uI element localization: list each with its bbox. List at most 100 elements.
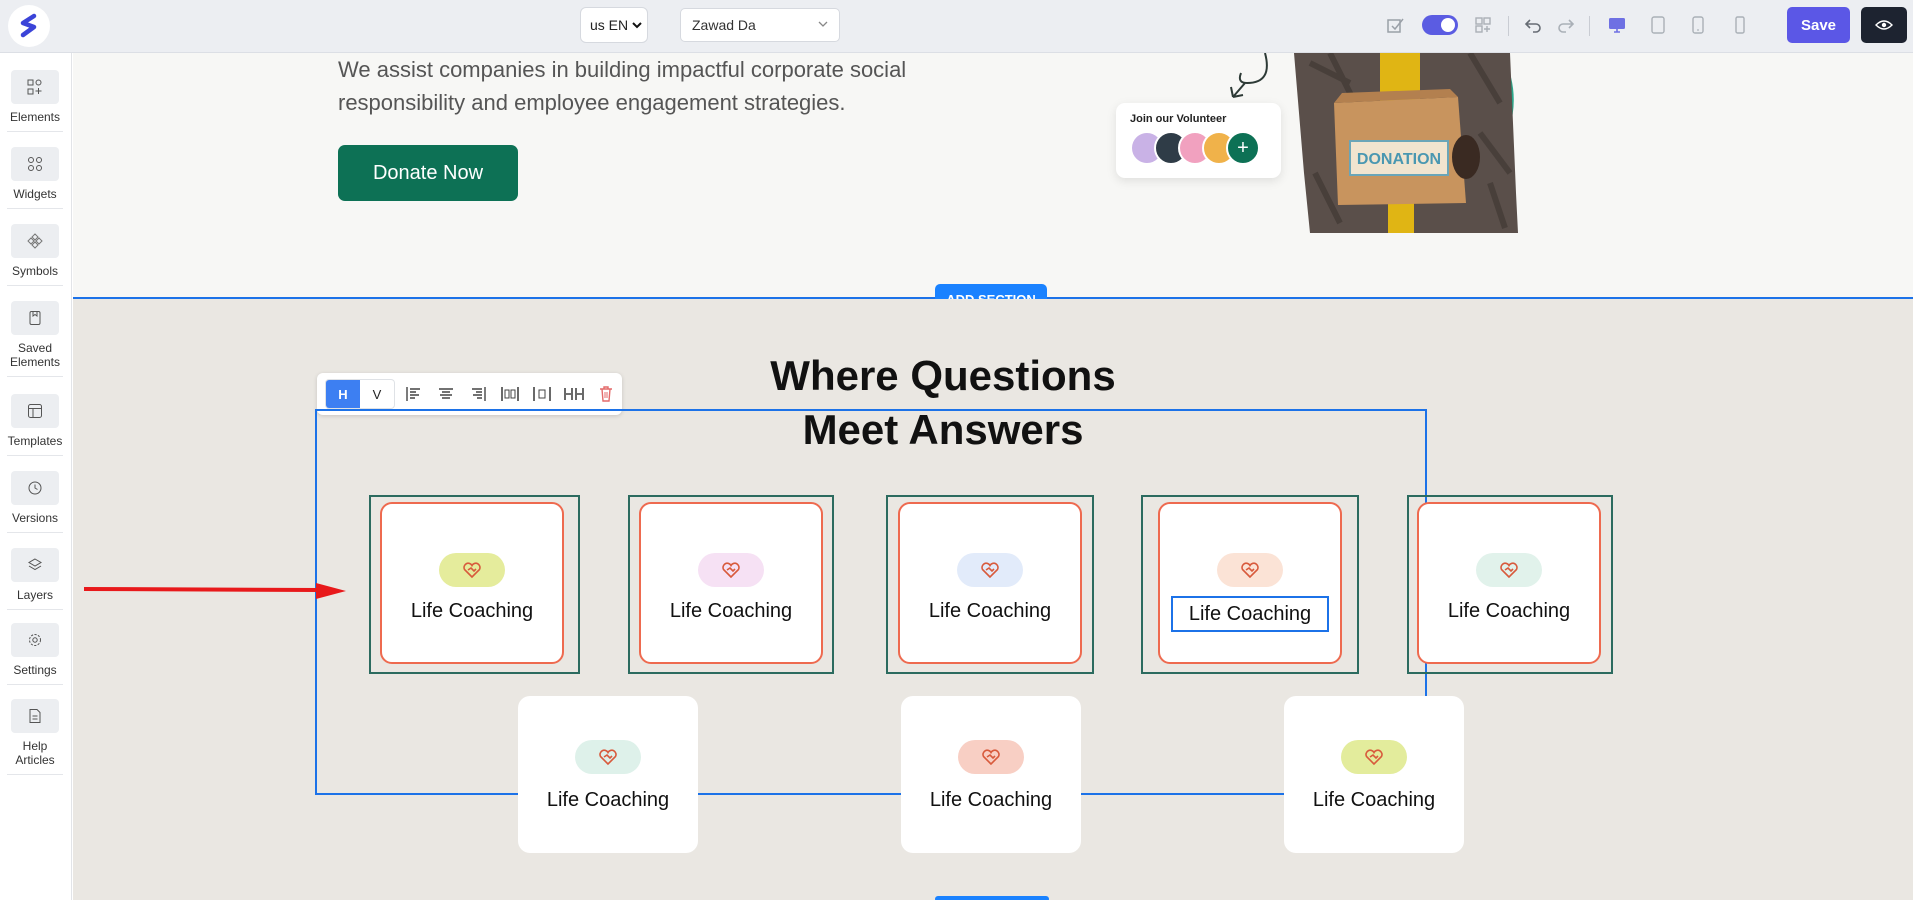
heart-icon (575, 740, 641, 774)
align-right-icon[interactable] (465, 379, 491, 409)
donation-box-label: DONATION (1357, 151, 1441, 168)
heart-icon (1217, 553, 1283, 587)
direction-toggle: H V (325, 379, 395, 409)
card-title: Life Coaching (928, 600, 1052, 622)
divider (1589, 16, 1590, 36)
heart-icon (439, 553, 505, 587)
sidebar-item-help-articles[interactable]: Help Articles (7, 699, 63, 775)
card-title: Life Coaching (410, 600, 534, 622)
user-select[interactable]: Zawad Da (680, 8, 840, 42)
sidebar-item-settings[interactable]: Settings (7, 623, 63, 685)
undo-icon[interactable] (1522, 14, 1544, 36)
sidebar-item-label: Symbols (11, 264, 58, 278)
help-articles-icon (11, 699, 59, 733)
symbols-icon (11, 224, 59, 258)
horizontal-button[interactable]: H (326, 380, 360, 408)
hero-text-line: responsibility and employee engagement s… (338, 90, 846, 115)
delete-icon[interactable] (593, 379, 619, 409)
space-between-icon[interactable] (497, 379, 523, 409)
topic-card[interactable]: Life Coaching (1284, 696, 1464, 853)
sidebar-item-label: Layers (16, 588, 54, 602)
tablet-portrait-icon[interactable] (1687, 14, 1709, 36)
hero-section[interactable]: We assist companies in building impactfu… (73, 53, 1913, 298)
volunteer-title: Join our Volunteer (1130, 113, 1227, 125)
language-label: us EN (590, 17, 629, 33)
curved-arrow-icon (1230, 53, 1268, 98)
red-arrow-annotation (84, 583, 346, 599)
divider (1508, 16, 1509, 36)
topic-card[interactable]: Life Coaching (898, 502, 1082, 664)
sidebar-item-label: Settings (13, 663, 57, 677)
volunteer-card[interactable]: Join our Volunteer + (1116, 103, 1281, 178)
sidebar-item-label: Versions (11, 511, 59, 525)
elements-icon (11, 70, 59, 104)
versions-icon (11, 471, 59, 505)
sidebar-item-label: Saved Elements (9, 341, 61, 369)
desktop-view-icon[interactable] (1606, 14, 1628, 36)
topic-card[interactable]: Life Coaching (1158, 502, 1342, 664)
tablet-landscape-icon[interactable] (1647, 14, 1669, 36)
sidebar-item-layers[interactable]: Layers (7, 548, 63, 610)
topic-card[interactable]: Life Coaching (1417, 502, 1601, 664)
topic-card[interactable]: Life Coaching (518, 696, 698, 853)
donation-person-image: DONATION (1294, 53, 1518, 233)
save-button[interactable]: Save (1787, 7, 1850, 43)
user-label: Zawad Da (692, 17, 756, 33)
redo-icon[interactable] (1555, 14, 1577, 36)
heading-line: Where Questions (770, 352, 1116, 399)
align-left-icon[interactable] (401, 379, 427, 409)
card-title: Life Coaching (1312, 789, 1436, 811)
heart-icon (958, 740, 1024, 774)
chevron-down-icon (632, 22, 642, 29)
hero-description[interactable]: We assist companies in building impactfu… (338, 53, 988, 119)
mode-toggle[interactable] (1422, 15, 1458, 35)
align-center-icon[interactable] (433, 379, 459, 409)
sidebar-item-widgets[interactable]: Widgets (7, 147, 63, 209)
add-volunteer-icon[interactable]: + (1226, 131, 1260, 165)
saved-elements-icon (11, 301, 59, 335)
top-bar: us EN Zawad Da Save (0, 0, 1913, 53)
heart-icon (1476, 553, 1542, 587)
eye-icon (1875, 20, 1893, 30)
add-section-stub (935, 896, 1049, 900)
hero-text-line: We assist companies in building impactfu… (338, 57, 907, 82)
avatar-group: + (1130, 131, 1267, 165)
grid-add-icon[interactable] (1472, 14, 1494, 36)
sidebar-item-label: Templates (7, 434, 63, 448)
card-title: Life Coaching (546, 789, 670, 811)
language-select[interactable]: us EN (580, 7, 648, 43)
sidebar-item-label: Widgets (13, 187, 57, 201)
widgets-icon (11, 147, 59, 181)
left-sidebar: Elements Widgets Symbols Saved Elements … (0, 53, 72, 900)
topic-card[interactable]: Life Coaching (639, 502, 823, 664)
preview-button[interactable] (1861, 7, 1907, 43)
donate-button[interactable]: Donate Now (338, 145, 518, 201)
settings-icon (11, 623, 59, 657)
space-evenly-icon[interactable] (561, 379, 587, 409)
editor-canvas[interactable]: We assist companies in building impactfu… (73, 53, 1913, 900)
layers-icon (11, 548, 59, 582)
sidebar-item-templates[interactable]: Templates (7, 394, 63, 456)
sidebar-item-versions[interactable]: Versions (7, 471, 63, 533)
mobile-view-icon[interactable] (1729, 14, 1751, 36)
chevron-down-icon (818, 21, 828, 27)
sidebar-item-label: Elements (9, 110, 61, 124)
checklist-icon[interactable] (1384, 14, 1406, 36)
card-title: Life Coaching (1447, 600, 1571, 622)
sidebar-item-elements[interactable]: Elements (7, 70, 63, 132)
sidebar-item-saved-elements[interactable]: Saved Elements (7, 301, 63, 377)
card-title: Life Coaching (929, 789, 1053, 811)
templates-icon (11, 394, 59, 428)
topic-card[interactable]: Life Coaching (380, 502, 564, 664)
sidebar-item-label: Help Articles (15, 739, 55, 767)
space-around-icon[interactable] (529, 379, 555, 409)
sidebar-item-symbols[interactable]: Symbols (7, 224, 63, 286)
vertical-button[interactable]: V (360, 380, 394, 408)
app-logo[interactable] (8, 5, 50, 47)
card-title[interactable]: Life Coaching (1171, 596, 1329, 632)
heart-icon (1341, 740, 1407, 774)
logo-icon (20, 13, 37, 38)
card-title: Life Coaching (669, 600, 793, 622)
topic-card[interactable]: Life Coaching (901, 696, 1081, 853)
heart-icon (698, 553, 764, 587)
